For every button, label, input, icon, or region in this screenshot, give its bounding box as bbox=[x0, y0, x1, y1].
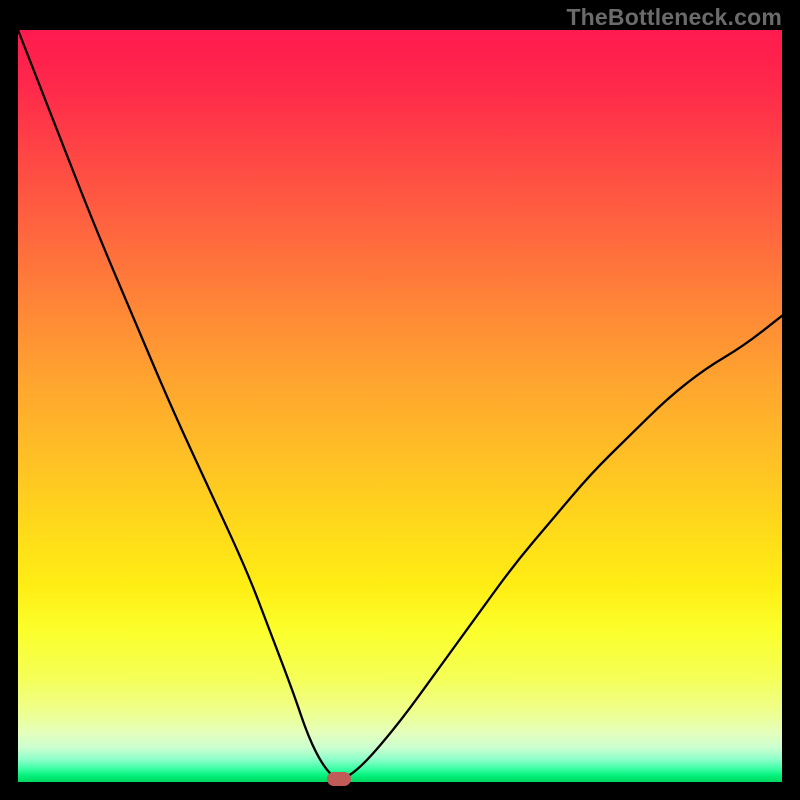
watermark-text: TheBottleneck.com bbox=[566, 4, 782, 31]
plot-area bbox=[18, 30, 782, 782]
chart-frame: TheBottleneck.com bbox=[0, 0, 800, 800]
optimal-marker bbox=[327, 772, 351, 786]
bottleneck-curve bbox=[18, 30, 782, 782]
